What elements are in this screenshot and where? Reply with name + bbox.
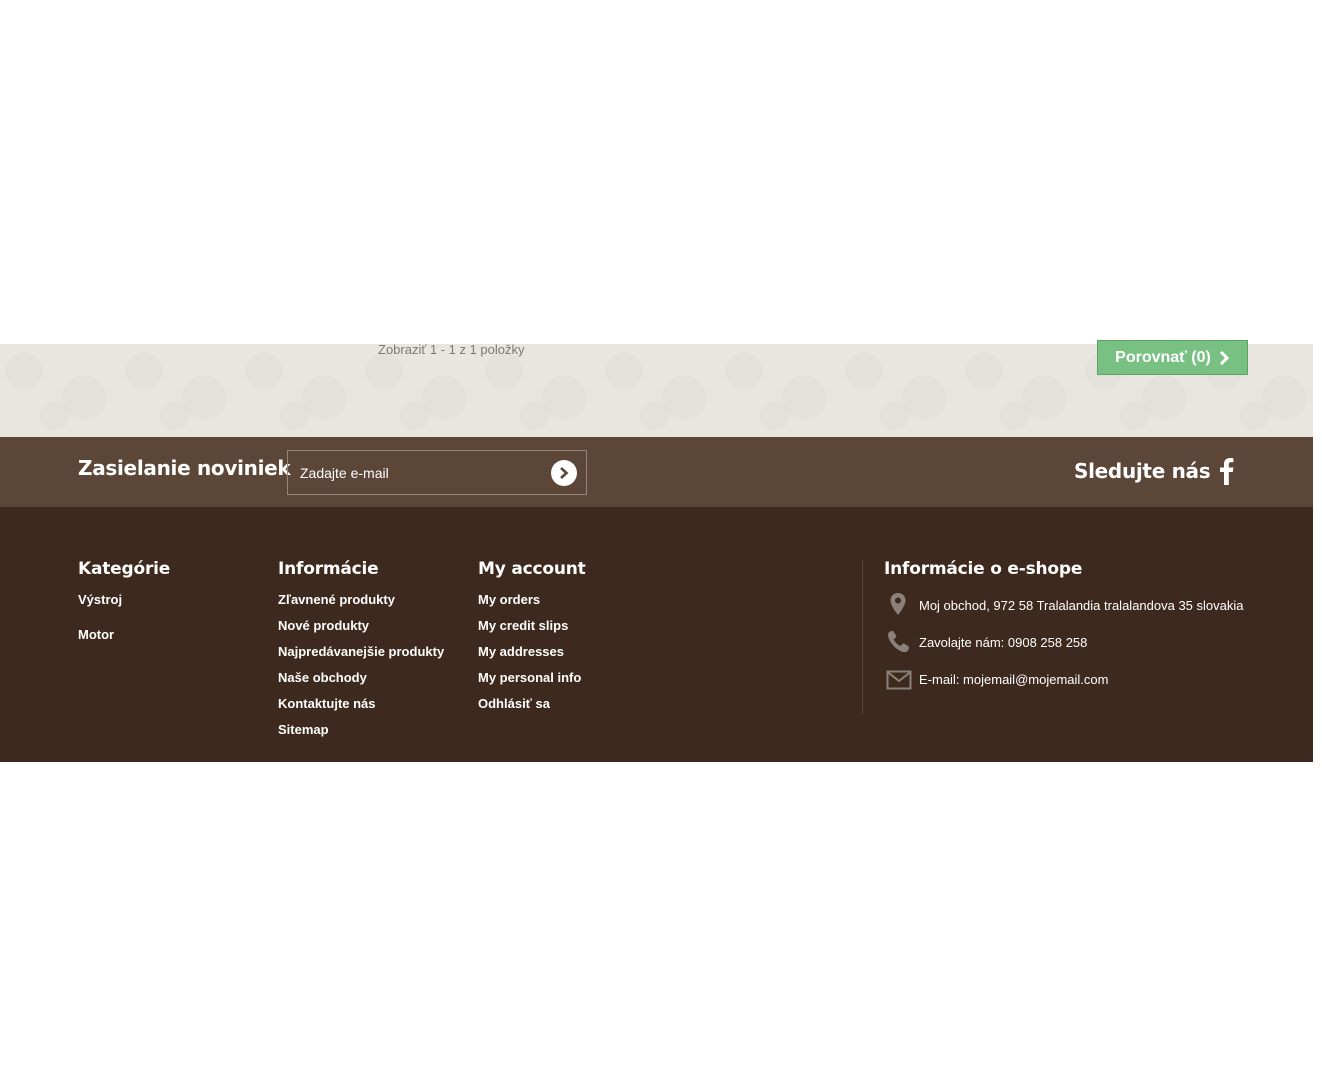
store-phone-row: Zavolajte nám: 0908 258 258 [884,628,1087,665]
store-info-title: Informácie o e-shope [884,559,1083,579]
compare-button[interactable]: Porovnať (0) [1097,340,1248,375]
store-email-row: E-mail: mojemail@mojemail.com [884,665,1108,702]
footer: Kategórie Výstroj Motor Informácie Zľavn… [0,507,1313,762]
categories-title: Kategórie [78,559,171,579]
compare-button-label: Porovnať (0) [1115,348,1211,366]
facebook-icon[interactable] [1218,457,1238,485]
phone-icon [888,630,909,653]
follow-us-title: Sledujte nás [1074,459,1211,483]
store-address: Moj obchod, 972 58 Tralalandia tralaland… [919,598,1244,613]
info-link-contact[interactable]: Kontaktujte nás [278,696,376,711]
account-title: My account [478,559,586,579]
footer-categories: Kategórie Výstroj Motor [78,559,170,661]
information-title: Informácie [278,559,379,579]
envelope-icon [886,670,912,690]
account-link-logout[interactable]: Odhlásiť sa [478,696,550,711]
info-link-best-sellers[interactable]: Najpredávanejšie produkty [278,644,444,659]
footer-store-info: Informácie o e-shope Moj obchod, 972 58 … [884,559,1244,702]
info-link-discounted[interactable]: Zľavnené produkty [278,592,395,607]
chevron-right-icon [1219,350,1229,365]
store-email[interactable]: E-mail: mojemail@mojemail.com [919,672,1108,687]
info-link-new-products[interactable]: Nové produkty [278,618,369,633]
chevron-right-icon [560,467,569,479]
account-link-personal-info[interactable]: My personal info [478,670,581,685]
info-link-sitemap[interactable]: Sitemap [278,722,329,737]
map-marker-icon [890,593,906,615]
account-link-credit-slips[interactable]: My credit slips [478,618,568,633]
footer-account: My account My orders My credit slips My … [478,559,586,721]
newsletter-bar: Zasielanie noviniek Sledujte nás [0,437,1313,507]
category-link-vystroj[interactable]: Výstroj [78,592,122,607]
product-count-text: Zobraziť 1 - 1 z 1 položky [378,342,525,357]
email-input[interactable] [288,451,538,494]
newsletter-submit-button[interactable] [551,460,577,486]
footer-information: Informácie Zľavnené produkty Nové produk… [278,559,444,747]
footer-divider [862,560,863,714]
category-link-motor[interactable]: Motor [78,627,114,642]
account-link-orders[interactable]: My orders [478,592,540,607]
newsletter-title: Zasielanie noviniek [78,456,291,480]
newsletter-form [287,450,587,495]
store-address-row: Moj obchod, 972 58 Tralalandia tralaland… [884,591,1244,628]
account-link-addresses[interactable]: My addresses [478,644,564,659]
info-link-our-stores[interactable]: Naše obchody [278,670,367,685]
store-phone: Zavolajte nám: 0908 258 258 [919,635,1088,650]
